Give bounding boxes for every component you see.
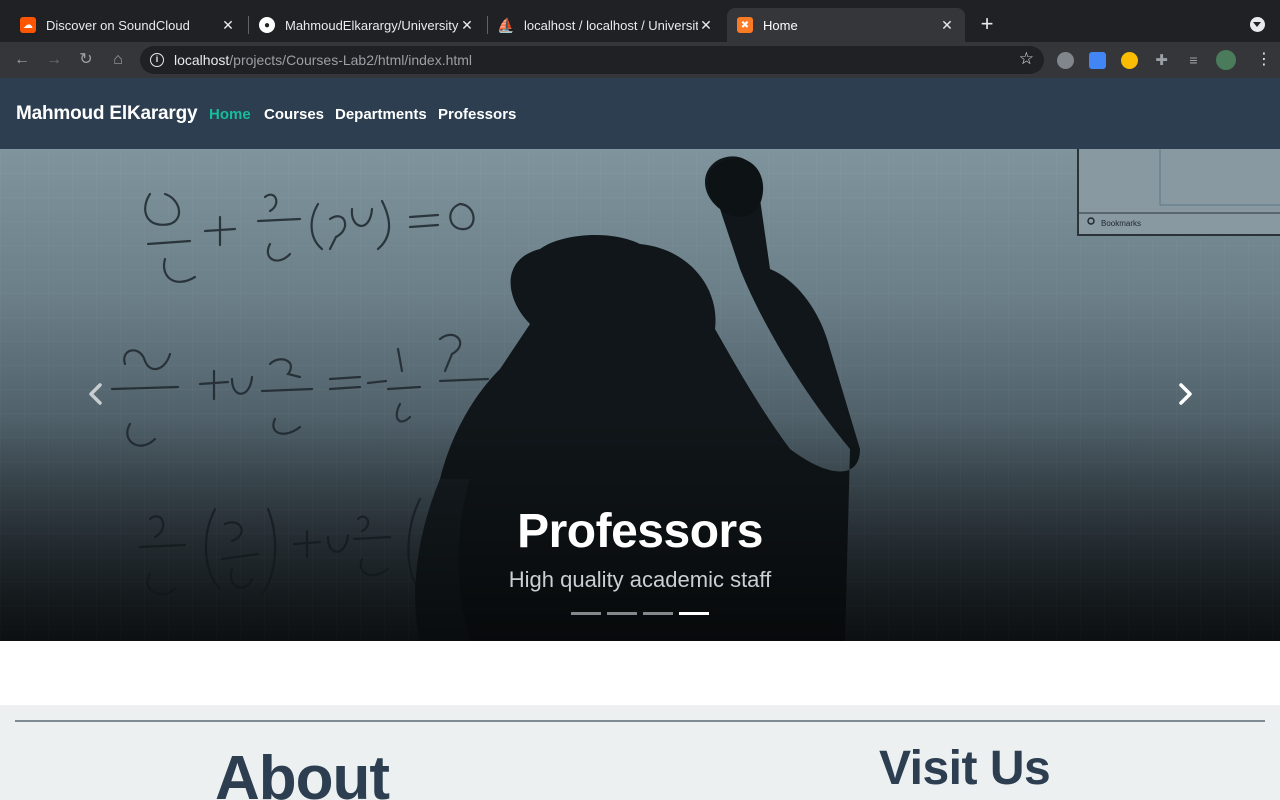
about-heading: About: [215, 744, 390, 800]
address-bar[interactable]: i localhost/projects/Courses-Lab2/html/i…: [140, 46, 1044, 74]
site-navbar: Mahmoud ElKarargy Home Courses Departmen…: [0, 78, 1280, 149]
nav-link-home[interactable]: Home: [209, 106, 251, 123]
phpmyadmin-icon: ⛵: [497, 16, 515, 33]
avatar[interactable]: [1216, 50, 1236, 70]
carousel-caption-subtitle: High quality academic staff: [508, 567, 772, 592]
carousel-indicator-1[interactable]: [571, 612, 601, 615]
close-icon[interactable]: ✕: [939, 17, 955, 33]
carousel-indicator-3[interactable]: [643, 612, 673, 615]
carousel-caption-title: Professors: [517, 505, 763, 558]
browser-tab-soundcloud[interactable]: ☁ Discover on SoundCloud ✕: [10, 8, 246, 42]
close-icon[interactable]: ✕: [459, 17, 475, 33]
url-text[interactable]: localhost/projects/Courses-Lab2/html/ind…: [174, 52, 472, 68]
more-menu-icon[interactable]: ⋮: [1256, 51, 1272, 69]
carousel-indicator-2[interactable]: [607, 612, 637, 615]
site-brand[interactable]: Mahmoud ElKarargy: [16, 103, 198, 125]
tab-title: Discover on SoundCloud: [46, 17, 190, 33]
section-divider: [15, 720, 1265, 722]
carousel-indicator-4[interactable]: [679, 612, 709, 615]
extension-compass-icon[interactable]: [1121, 52, 1138, 69]
hero-carousel: Bookmarks Professors High quality academ…: [0, 149, 1280, 641]
tab-title: localhost / localhost / Universit: [524, 17, 698, 33]
info-icon[interactable]: i: [150, 53, 164, 67]
github-icon: ●: [259, 17, 275, 33]
close-icon[interactable]: ✕: [220, 17, 236, 33]
browser-tab-strip: ☁ Discover on SoundCloud ✕ ● MahmoudElka…: [0, 0, 1280, 42]
reload-icon[interactable]: ↻: [76, 50, 96, 70]
carousel-next-chevron-icon[interactable]: [1175, 381, 1195, 407]
carousel-prev-chevron-icon[interactable]: [86, 381, 106, 407]
extension-icon[interactable]: [1057, 52, 1074, 69]
browser-tab-home[interactable]: ✖ Home ✕: [727, 8, 965, 42]
carousel-indicators: [571, 612, 711, 618]
nav-link-departments[interactable]: Departments: [335, 106, 427, 123]
media-queue-icon[interactable]: ≡: [1185, 52, 1202, 69]
close-icon[interactable]: ✕: [698, 17, 714, 33]
tab-title: Home: [763, 17, 798, 33]
xampp-icon: ✖: [737, 17, 753, 33]
about-section: About Visit Us: [0, 705, 1280, 800]
browser-toolbar: ← → ↻ ⌂ i localhost/projects/Courses-Lab…: [0, 42, 1280, 78]
soundcloud-icon: ☁: [20, 17, 36, 33]
web-page: Mahmoud ElKarargy Home Courses Departmen…: [0, 78, 1280, 800]
nav-link-professors[interactable]: Professors: [438, 106, 516, 123]
visit-us-heading: Visit Us: [879, 742, 1051, 795]
nav-link-courses[interactable]: Courses: [264, 106, 324, 123]
bookmark-star-icon[interactable]: ☆: [1019, 49, 1034, 69]
back-arrow-icon[interactable]: ←: [12, 50, 32, 70]
puzzle-icon[interactable]: ✚: [1153, 52, 1170, 69]
tab-search-icon[interactable]: [1250, 17, 1265, 32]
browser-tab-github[interactable]: ● MahmoudElkarargy/University- ✕: [249, 8, 485, 42]
tab-title: MahmoudElkarargy/University-: [285, 17, 459, 33]
browser-tab-phpmyadmin[interactable]: ⛵ localhost / localhost / Universit ✕: [488, 8, 724, 42]
home-icon[interactable]: ⌂: [108, 50, 128, 70]
new-tab-button[interactable]: +: [976, 13, 998, 36]
forward-arrow-icon[interactable]: →: [44, 50, 64, 70]
google-translate-icon[interactable]: [1089, 52, 1106, 69]
